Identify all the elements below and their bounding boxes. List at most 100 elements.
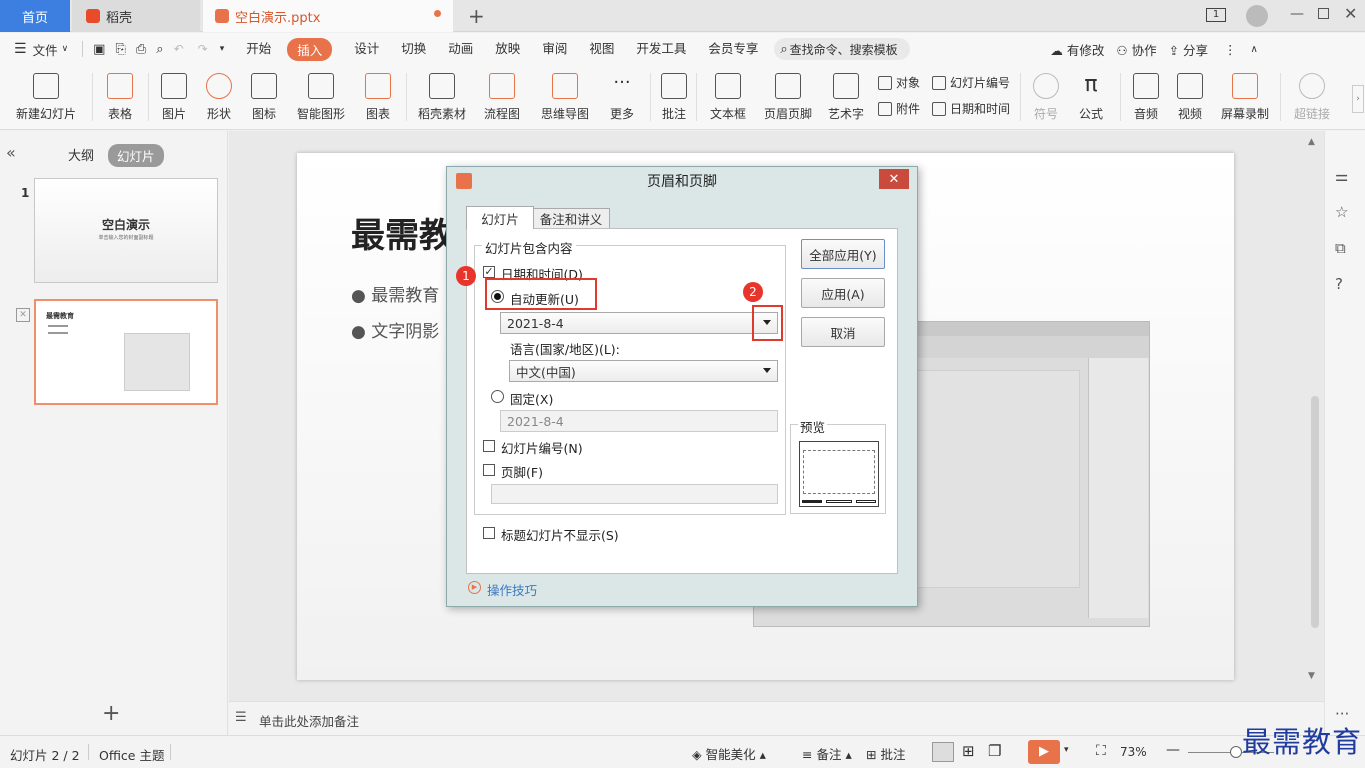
attachment-button[interactable]: 附件 — [878, 100, 920, 117]
scroll-down-icon[interactable]: ▼ — [1308, 671, 1315, 681]
minimize-icon[interactable]: — — [1290, 6, 1304, 22]
slide-bullet-2[interactable]: ● 文字阴影 — [351, 317, 439, 342]
menu-tab-developer[interactable]: 开发工具 — [636, 38, 686, 61]
wordart-button[interactable]: 艺术字 — [822, 69, 870, 125]
notes-toggle-button[interactable]: ≡ 备注 ▴ — [802, 744, 852, 763]
tips-link[interactable]: 操作技巧 — [487, 580, 537, 599]
collapse-ribbon-icon[interactable]: ∧ — [1251, 44, 1258, 55]
smartart-button[interactable]: 智能图形 — [292, 69, 350, 125]
undo-icon[interactable]: ↶ — [174, 42, 184, 56]
add-slide-icon[interactable]: + — [102, 701, 120, 726]
redo-icon[interactable]: ↷ — [198, 42, 208, 56]
menu-file[interactable]: 文件 — [33, 40, 58, 59]
chart-button[interactable]: 图表 — [360, 69, 396, 125]
slide-bullet-1[interactable]: ● 最需教育 — [351, 281, 439, 306]
formula-button[interactable]: π 公式 — [1072, 69, 1110, 125]
collapse-panel-icon[interactable]: « — [6, 143, 16, 162]
ribbon-scroll-right-icon[interactable]: › — [1352, 85, 1364, 113]
menu-tab-insert[interactable]: 插入 — [287, 37, 333, 61]
help-icon[interactable]: ? — [1335, 275, 1343, 293]
menu-tab-animation[interactable]: 动画 — [448, 38, 473, 61]
menu-tab-member[interactable]: 会员专享 — [708, 38, 758, 61]
new-tab-icon[interactable]: + — [468, 4, 485, 28]
audio-button[interactable]: 音频 — [1128, 69, 1164, 125]
menu-tab-view[interactable]: 视图 — [589, 38, 614, 61]
hyperlink-button[interactable]: 超链接 — [1288, 69, 1336, 125]
tab-home[interactable]: 首页 — [0, 0, 70, 32]
normal-view-icon[interactable] — [932, 742, 954, 762]
print-icon[interactable]: ⎙ — [136, 42, 146, 57]
star-icon[interactable]: ☆ — [1335, 203, 1348, 221]
dialog-close-button[interactable]: ✕ — [879, 169, 909, 189]
tab-slide[interactable]: 幻灯片 — [466, 206, 534, 229]
notes-pane[interactable]: ☰ 单击此处添加备注 — [229, 701, 1324, 735]
textbox-button[interactable]: 文本框 — [704, 69, 752, 125]
properties-icon[interactable]: ⚌ — [1335, 167, 1348, 185]
more-button[interactable]: ··· 更多 — [604, 69, 640, 125]
dialog-titlebar[interactable]: 页眉和页脚 — [447, 167, 917, 195]
play-options-chevron-icon[interactable]: ▾ — [1064, 745, 1069, 755]
slide-thumbnail-2[interactable]: 最需教育 — [34, 299, 218, 405]
menu-tab-transition[interactable]: 切换 — [401, 38, 426, 61]
zoom-slider-thumb[interactable] — [1230, 746, 1242, 758]
share-button[interactable]: ⇪ 分享 — [1169, 40, 1208, 59]
footer-checkbox[interactable] — [483, 464, 495, 476]
cancel-button[interactable]: 取消 — [801, 317, 885, 347]
grid-view-icon[interactable]: ⊞ — [962, 742, 975, 760]
screen-record-button[interactable]: 屏幕录制 — [1218, 69, 1272, 125]
table-button[interactable]: 表格 — [100, 69, 140, 125]
scroll-up-icon[interactable]: ▲ — [1308, 137, 1315, 147]
beautify-button[interactable]: ◈ 智能美化 ▴ — [692, 744, 766, 763]
window-count-icon[interactable]: 1 — [1206, 8, 1226, 22]
menu-tab-start[interactable]: 开始 — [246, 38, 271, 61]
reading-view-icon[interactable]: ❐ — [988, 742, 1001, 760]
fixed-date-input[interactable]: 2021-8-4 — [500, 410, 778, 432]
search-box[interactable]: ⌕ 查找命令、搜索模板 — [774, 38, 911, 60]
hamburger-icon[interactable]: ☰ — [14, 41, 27, 57]
comment-button[interactable]: 批注 — [658, 69, 690, 125]
mindmap-button[interactable]: 思维导图 — [536, 69, 594, 125]
datetime-checkbox[interactable]: ✓ — [483, 266, 495, 278]
tab-notes-handouts[interactable]: 备注和讲义 — [532, 208, 610, 229]
language-select[interactable]: 中文(中国) — [509, 360, 778, 382]
comment-toggle-button[interactable]: ⊞ 批注 — [866, 744, 905, 763]
export-icon[interactable]: ⎘ — [115, 42, 125, 57]
tab-docer[interactable]: 稻壳 — [72, 0, 200, 32]
chevron-down-icon[interactable]: ∨ — [62, 44, 69, 54]
transition-icon[interactable]: ⧉ — [1335, 239, 1346, 257]
tab-slides[interactable]: 幻灯片 — [108, 144, 164, 167]
picture-button[interactable]: 图片 — [156, 69, 192, 125]
theme-name[interactable]: Office 主题 — [99, 745, 164, 764]
apply-button[interactable]: 应用(A) — [801, 278, 885, 308]
zoom-level[interactable]: 73% — [1120, 745, 1147, 759]
play-slideshow-button[interactable]: ▶ — [1028, 740, 1060, 764]
docer-material-button[interactable]: 稻壳素材 — [416, 69, 468, 125]
zoom-out-icon[interactable]: — — [1166, 742, 1180, 758]
datetime-button[interactable]: 日期和时间 — [932, 100, 1010, 117]
slide-number-checkbox[interactable] — [483, 440, 495, 452]
flowchart-button[interactable]: 流程图 — [478, 69, 526, 125]
avatar[interactable] — [1246, 5, 1268, 27]
tab-document[interactable]: 空白演示.pptx — [203, 0, 453, 32]
slide-thumbnail-1[interactable]: 空白演示 单击输入您的封面副标题 — [34, 178, 218, 283]
new-slide-button[interactable]: 新建幻灯片 — [10, 69, 82, 125]
header-footer-button[interactable]: 页眉页脚 — [762, 69, 814, 125]
save-icon[interactable]: ▣ — [93, 42, 105, 57]
close-window-icon[interactable]: ✕ — [1344, 4, 1357, 23]
tab-outline[interactable]: 大纲 — [68, 145, 94, 164]
icon-button[interactable]: 图标 — [246, 69, 282, 125]
menu-tab-design[interactable]: 设计 — [354, 38, 379, 61]
has-changes-button[interactable]: ☁ 有修改 — [1050, 40, 1104, 59]
hide-title-checkbox[interactable] — [483, 527, 495, 539]
collab-button[interactable]: ⚇ 协作 — [1116, 40, 1156, 59]
apply-all-button[interactable]: 全部应用(Y) — [801, 239, 885, 269]
video-button[interactable]: 视频 — [1172, 69, 1208, 125]
shape-button[interactable]: 形状 — [200, 69, 238, 125]
fixed-radio[interactable] — [491, 390, 504, 403]
footer-text-input[interactable] — [491, 484, 778, 504]
slide-title[interactable]: 最需教 — [351, 208, 453, 257]
restore-icon[interactable] — [1318, 8, 1329, 19]
slide-number-button[interactable]: 幻灯片编号 — [932, 74, 1010, 91]
more-menu-icon[interactable]: ⋮ — [1224, 42, 1237, 57]
vertical-scrollbar[interactable] — [1311, 396, 1319, 628]
